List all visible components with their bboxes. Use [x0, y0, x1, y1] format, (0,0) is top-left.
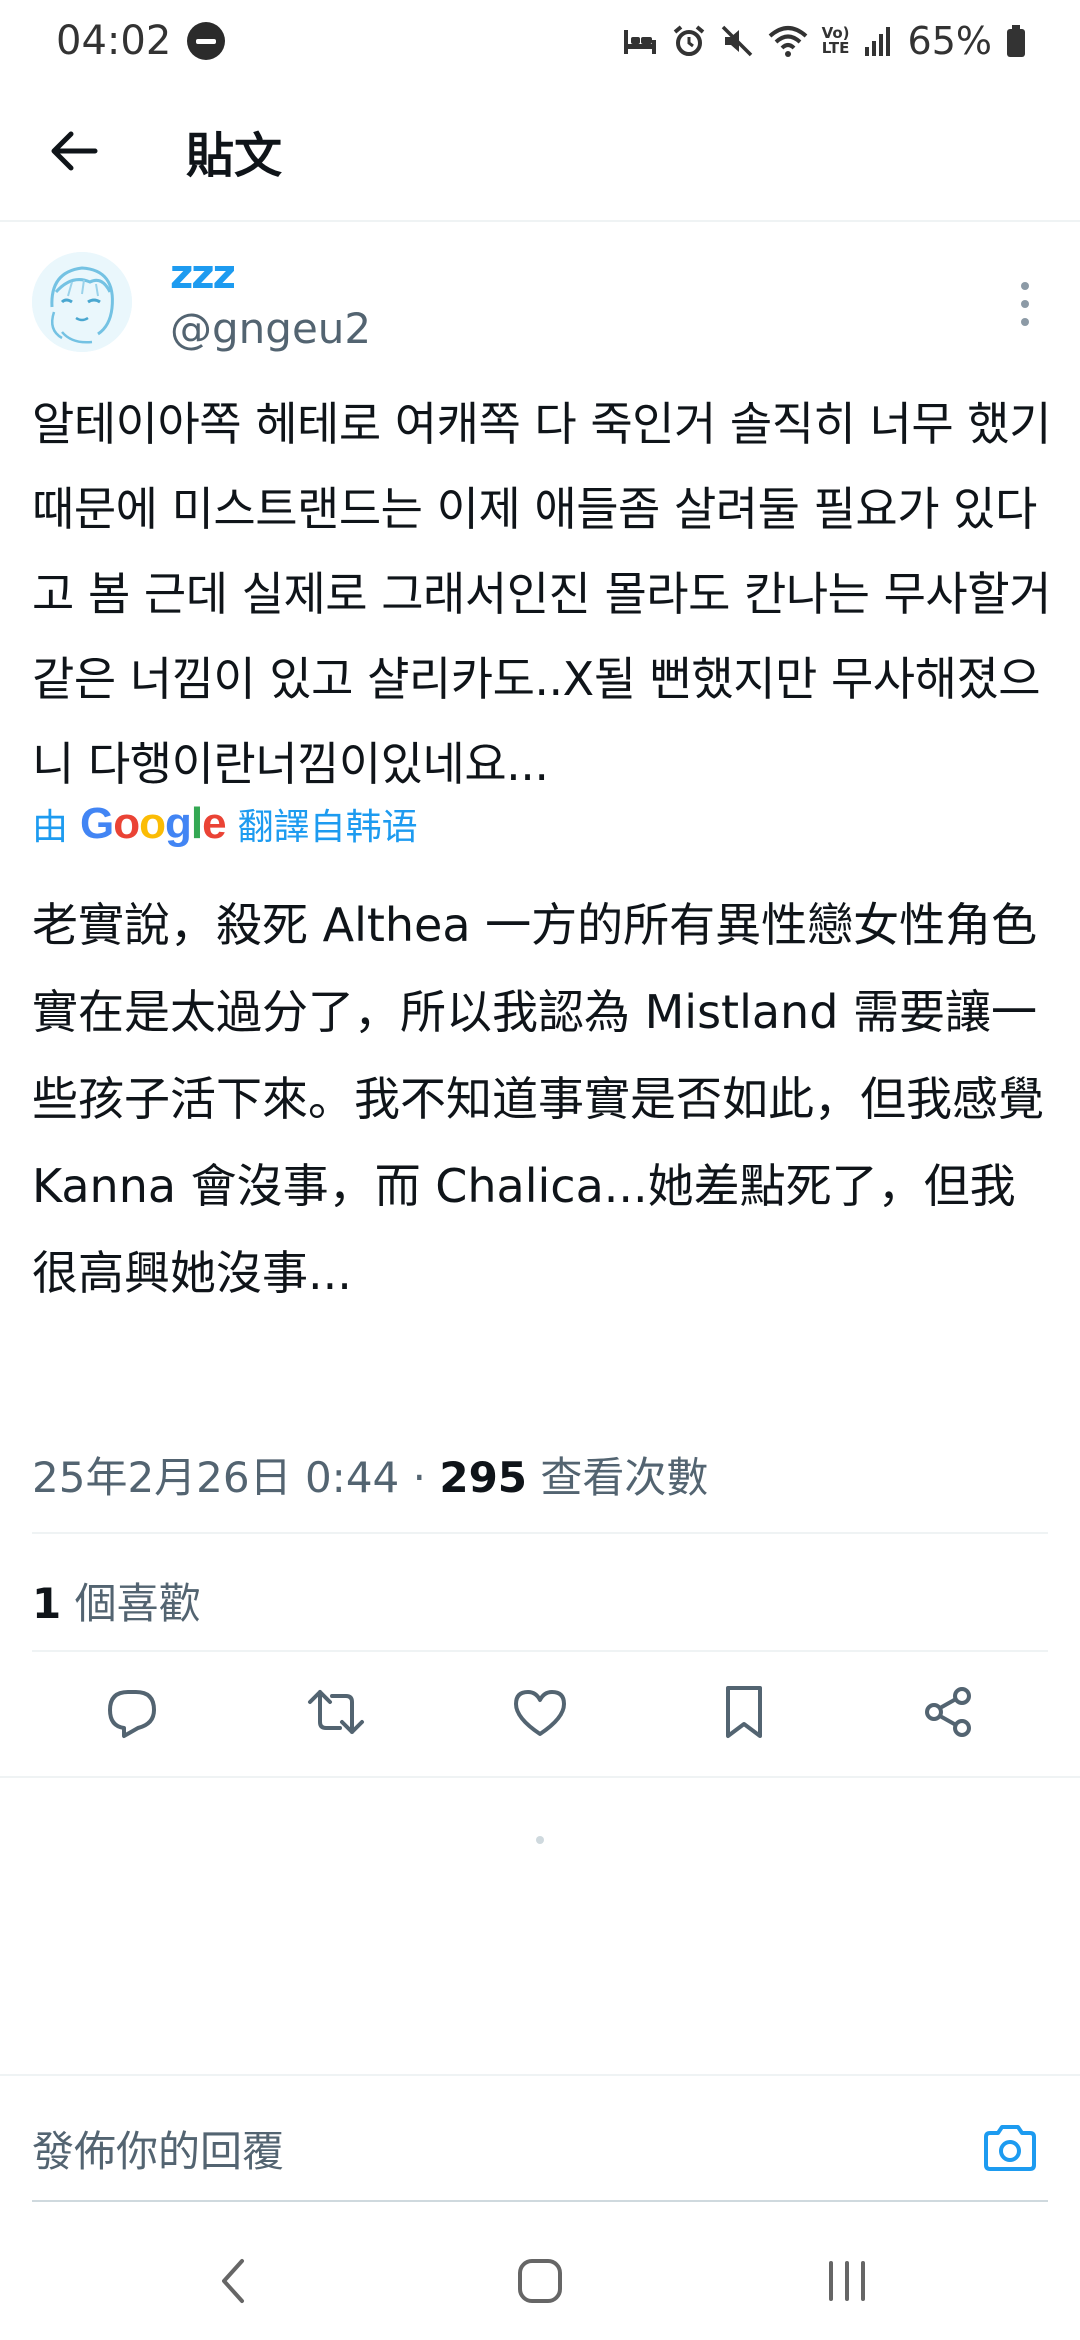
author-display-name[interactable]: zzz	[170, 252, 236, 298]
reply-icon	[108, 1690, 156, 1738]
camera-button[interactable]	[974, 2112, 1046, 2184]
retweet-icon	[308, 1690, 364, 1734]
heart-icon	[514, 1690, 566, 1736]
tweet-detail-screen: 04:02 Vo) LTE 65% 貼文 zzz @gngeu2 알테이아쪽 헤…	[0, 0, 1080, 2340]
tweet-meta: 25年2月26日 0:44 · 295 查看次數	[32, 1444, 708, 1505]
sleep-mode-icon	[623, 30, 656, 54]
avatar-sketch-icon	[32, 252, 132, 352]
tweet: zzz @gngeu2 알테이아쪽 헤테로 여캐쪽 다 죽인거 솔직히 너무 했…	[0, 222, 1080, 1738]
status-time: 04:02	[56, 18, 172, 64]
likes-label: 個喜歡	[74, 1579, 201, 1628]
reply-input-underline	[32, 2200, 1048, 2202]
alarm-icon	[673, 25, 704, 56]
divider	[32, 1532, 1048, 1534]
signal-icon	[864, 27, 890, 56]
do-not-disturb-icon	[187, 22, 226, 60]
nav-home-button[interactable]	[480, 2236, 600, 2326]
likes-count: 1	[32, 1579, 62, 1628]
share-button[interactable]	[908, 1672, 988, 1752]
bookmark-icon	[726, 1686, 762, 1738]
tweet-timestamp[interactable]: 25年2月26日 0:44	[32, 1453, 399, 1502]
views-label: 查看次數	[540, 1453, 709, 1502]
more-options-button[interactable]	[1010, 274, 1040, 334]
translate-prefix: 由	[32, 807, 69, 848]
nav-recents-button[interactable]	[787, 2236, 907, 2326]
app-header: 貼文	[0, 82, 1080, 222]
google-logo: Google	[80, 799, 227, 848]
home-square-icon	[517, 2259, 562, 2303]
meta-separator: ·	[412, 1453, 426, 1502]
status-bar: 04:02 Vo) LTE 65%	[0, 0, 1080, 82]
nav-back-button[interactable]	[173, 2236, 293, 2326]
author-handle[interactable]: @gngeu2	[170, 304, 371, 353]
reply-button[interactable]	[92, 1672, 172, 1752]
back-button[interactable]	[34, 111, 114, 191]
reply-input[interactable]	[32, 2106, 932, 2196]
translation-attribution: 由 Google 翻譯自韩语	[32, 798, 418, 850]
battery-percent: 65%	[907, 19, 992, 63]
tweet-action-bar	[0, 1652, 1080, 1772]
camera-icon	[984, 2125, 1036, 2171]
wifi-icon	[768, 26, 807, 57]
loading-indicator	[536, 1836, 544, 1844]
share-icon	[925, 1687, 971, 1737]
more-vertical-icon	[1021, 282, 1029, 290]
volte-indicator: Vo) LTE	[821, 24, 850, 57]
translated-text: 老實說，殺死 Althea 一方的所有異性戀女性角色實在是太過分了，所以我認為 …	[32, 898, 1044, 1300]
tweet-text: 알테이아쪽 헤테로 여캐쪽 다 죽인거 솔직히 너무 했기때문에 미스트랜드는 …	[32, 397, 1051, 791]
reply-composer	[0, 2076, 1080, 2222]
retweet-button[interactable]	[296, 1672, 376, 1752]
section-divider	[0, 1776, 1080, 1778]
likes-summary[interactable]: 1 個喜歡	[32, 1570, 201, 1631]
like-button[interactable]	[500, 1672, 580, 1752]
system-nav-bar	[0, 2222, 1080, 2340]
arrow-left-icon	[51, 131, 98, 171]
chevron-left-icon	[222, 2259, 245, 2303]
mute-icon	[721, 25, 752, 57]
bookmark-button[interactable]	[704, 1672, 784, 1752]
views-count: 295	[439, 1453, 528, 1502]
recents-icon	[828, 2261, 865, 2301]
author-row: zzz @gngeu2	[0, 222, 1080, 372]
avatar[interactable]	[32, 252, 132, 352]
translate-source-label[interactable]: 翻譯自韩语	[238, 798, 418, 850]
page-title: 貼文	[186, 128, 283, 184]
battery-icon	[1007, 25, 1025, 57]
